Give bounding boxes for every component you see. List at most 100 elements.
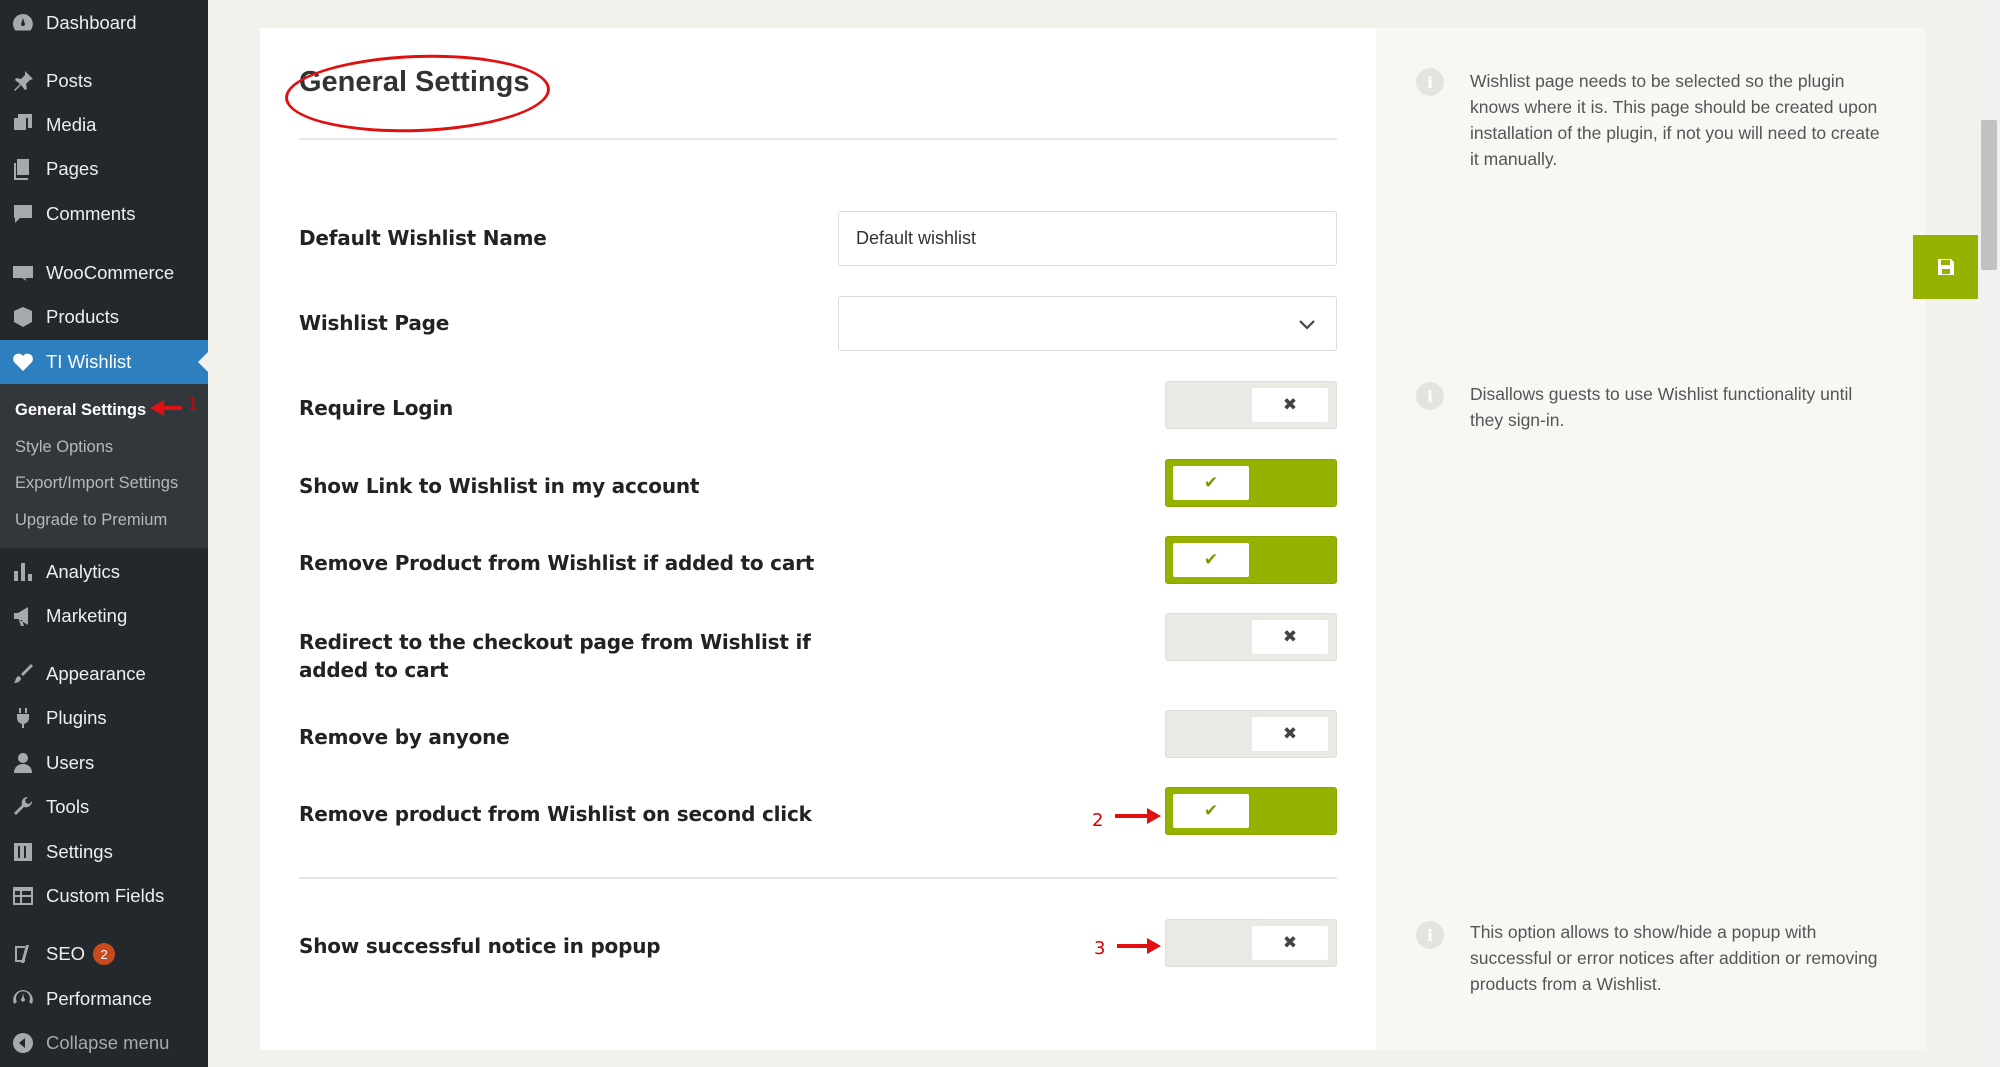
media-icon xyxy=(10,112,36,138)
sidebar-item-marketing[interactable]: Marketing xyxy=(0,594,208,638)
sidebar-item-label: Settings xyxy=(46,841,113,862)
plug-icon xyxy=(10,705,36,731)
sidebar-item-appearance[interactable]: Appearance xyxy=(0,652,208,696)
annotation-number-3: 3 xyxy=(1094,938,1106,959)
pages-icon xyxy=(10,156,36,182)
wishlist-page-select[interactable] xyxy=(838,296,1337,351)
sidebar-item-label: Collapse menu xyxy=(46,1032,170,1053)
default-wishlist-name-input[interactable]: Default wishlist xyxy=(838,211,1337,266)
sidebar-item-label: Media xyxy=(46,114,97,135)
submenu-style-options[interactable]: Style Options xyxy=(15,438,113,457)
sidebar-item-label: Products xyxy=(46,306,120,327)
sidebar-item-label: Pages xyxy=(46,158,99,179)
check-icon: ✔ xyxy=(1173,543,1249,577)
sidebar-item-label: Dashboard xyxy=(46,12,137,33)
sidebar-item-label: Appearance xyxy=(46,663,146,684)
wishlist-page-label: Wishlist Page xyxy=(299,311,450,335)
heart-icon xyxy=(10,349,36,375)
sidebar-item-label: Analytics xyxy=(46,561,121,582)
info-icon: i xyxy=(1416,68,1444,96)
require-login-label: Require Login xyxy=(299,396,454,420)
close-icon: ✖ xyxy=(1252,620,1328,654)
sidebar-item-custom-fields[interactable]: Custom Fields xyxy=(0,874,208,918)
sidebar-item-users[interactable]: Users xyxy=(0,741,208,785)
collapse-icon xyxy=(10,1030,36,1056)
annotation-arrow-1 xyxy=(150,400,182,416)
sidebar-item-woocommerce[interactable]: WooCommerce xyxy=(0,251,208,295)
sidebar-item-plugins[interactable]: Plugins xyxy=(0,696,208,740)
yoast-icon xyxy=(10,941,36,967)
sidebar-item-label: Users xyxy=(46,752,95,773)
remove-added-toggle[interactable]: ✔ xyxy=(1165,536,1337,584)
collapse-menu-button[interactable]: Collapse menu xyxy=(0,1021,208,1065)
annotation-number-2: 2 xyxy=(1092,810,1104,831)
sidebar-item-label: Marketing xyxy=(46,605,128,626)
sidebar-item-label: Tools xyxy=(46,796,90,817)
sidebar-item-analytics[interactable]: Analytics xyxy=(0,550,208,594)
show-notice-help: This option allows to show/hide a popup … xyxy=(1470,922,1878,994)
sidebar-item-settings[interactable]: Settings xyxy=(0,830,208,874)
sidebar-item-ti-wishlist[interactable]: TI Wishlist xyxy=(0,340,208,384)
sidebar-item-media[interactable]: Media xyxy=(0,103,208,147)
info-icon: i xyxy=(1416,921,1444,949)
check-icon: ✔ xyxy=(1173,466,1249,500)
scrollbar-thumb[interactable] xyxy=(1981,120,1997,270)
sidebar-item-seo[interactable]: SEO 2 xyxy=(0,932,208,976)
remove-added-label: Remove Product from Wishlist if added to… xyxy=(299,551,815,575)
dashboard-icon xyxy=(10,10,36,36)
close-icon: ✖ xyxy=(1252,926,1328,960)
show-notice-toggle[interactable]: ✖ xyxy=(1165,919,1337,967)
sliders-icon xyxy=(10,839,36,865)
sidebar-item-posts[interactable]: Posts xyxy=(0,59,208,103)
bar-chart-icon xyxy=(10,559,36,585)
sidebar-item-products[interactable]: Products xyxy=(0,295,208,339)
redirect-checkout-label: Redirect to the checkout page from Wishl… xyxy=(299,630,811,682)
sidebar-item-label: Plugins xyxy=(46,707,107,728)
comment-icon xyxy=(10,201,36,227)
sidebar-item-label: Comments xyxy=(46,203,136,224)
sidebar-item-dashboard[interactable]: Dashboard xyxy=(0,1,208,45)
wishlist-page-help: Wishlist page needs to be selected so th… xyxy=(1470,71,1880,169)
annotation-number-1: 1 xyxy=(187,394,199,415)
submenu-general-settings[interactable]: General Settings xyxy=(15,401,146,420)
remove-second-click-toggle[interactable]: ✔ xyxy=(1165,787,1337,835)
sidebar-item-comments[interactable]: Comments xyxy=(0,192,208,236)
remove-anyone-label: Remove by anyone xyxy=(299,725,510,749)
section-divider xyxy=(299,877,1337,879)
annotation-arrow-2 xyxy=(1115,808,1161,824)
seo-count-badge: 2 xyxy=(93,943,116,965)
show-link-toggle[interactable]: ✔ xyxy=(1165,459,1337,507)
show-link-label: Show Link to Wishlist in my account xyxy=(299,474,700,498)
page-scrollbar[interactable] xyxy=(1978,0,2000,1067)
sidebar-item-label: Custom Fields xyxy=(46,885,165,906)
info-column xyxy=(1376,28,1926,1050)
sidebar-item-performance[interactable]: Performance xyxy=(0,977,208,1021)
submenu-export-import[interactable]: Export/Import Settings xyxy=(15,474,178,493)
gauge-icon xyxy=(10,986,36,1012)
check-icon: ✔ xyxy=(1173,794,1249,828)
box-icon xyxy=(10,304,36,330)
remove-anyone-toggle[interactable]: ✖ xyxy=(1165,710,1337,758)
require-login-toggle[interactable]: ✖ xyxy=(1165,381,1337,429)
save-button[interactable] xyxy=(1913,235,1979,299)
sidebar-item-label: WooCommerce xyxy=(46,262,175,283)
default-wishlist-name-label: Default Wishlist Name xyxy=(299,226,547,250)
remove-second-click-label: Remove product from Wishlist on second c… xyxy=(299,802,812,826)
sidebar-item-pages[interactable]: Pages xyxy=(0,147,208,191)
require-login-help: Disallows guests to use Wishlist functio… xyxy=(1470,384,1853,430)
sidebar-item-label: Posts xyxy=(46,70,93,91)
floppy-disk-icon xyxy=(1938,259,1954,275)
woo-icon xyxy=(10,260,36,286)
table-icon xyxy=(10,883,36,909)
sidebar-item-tools[interactable]: Tools xyxy=(0,785,208,829)
submenu-upgrade-premium[interactable]: Upgrade to Premium xyxy=(15,511,167,530)
sidebar-item-label: Performance xyxy=(46,988,152,1009)
info-icon: i xyxy=(1416,382,1444,410)
brush-icon xyxy=(10,661,36,687)
chevron-down-icon xyxy=(1299,320,1315,330)
redirect-checkout-toggle[interactable]: ✖ xyxy=(1165,613,1337,661)
annotation-arrow-3 xyxy=(1117,938,1161,954)
megaphone-icon xyxy=(10,603,36,629)
pin-icon xyxy=(10,68,36,94)
sidebar-item-label: TI Wishlist xyxy=(46,351,132,372)
